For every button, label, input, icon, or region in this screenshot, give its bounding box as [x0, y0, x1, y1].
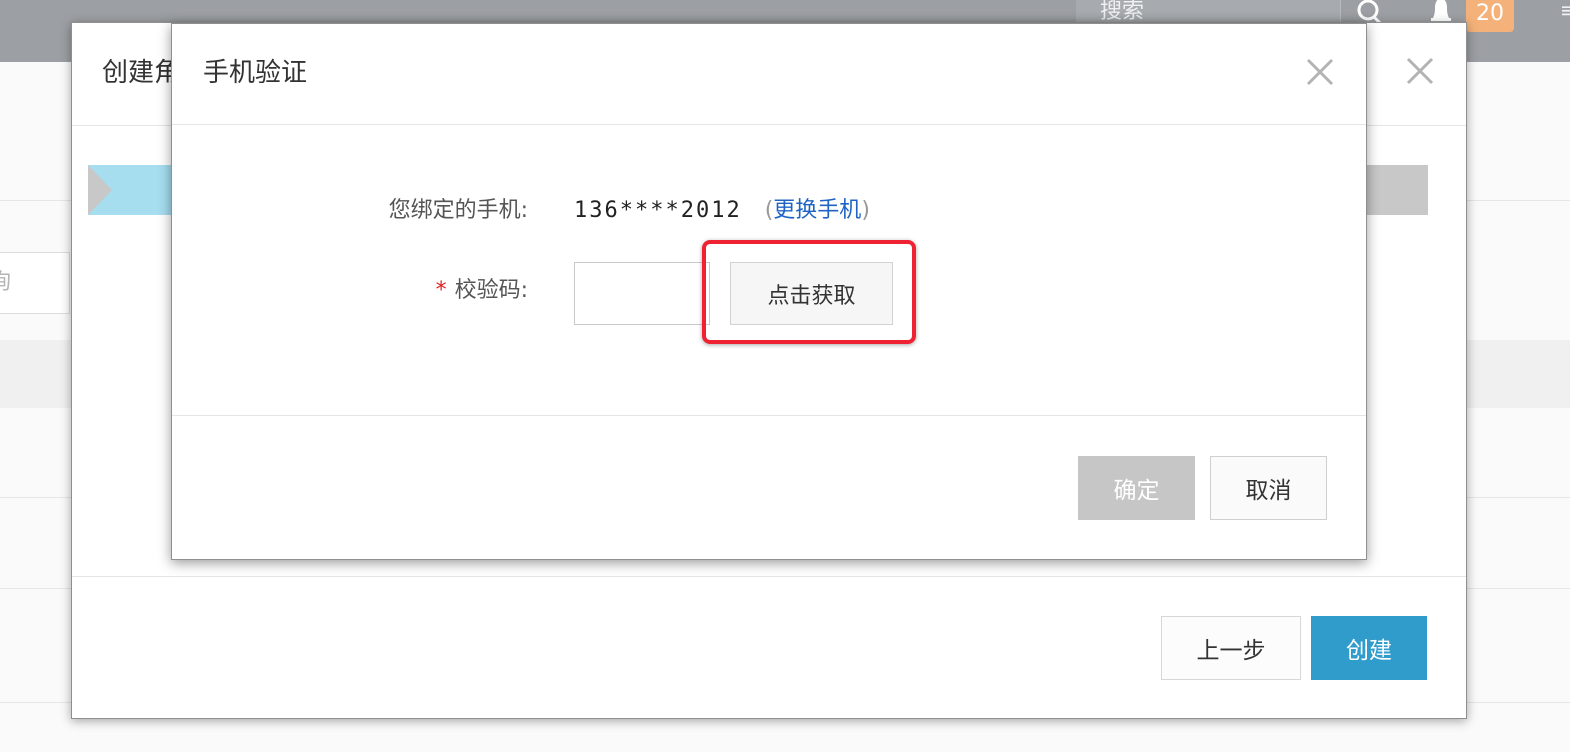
dialog-title: 创建角 — [102, 58, 181, 88]
cancel-button[interactable]: 取消 — [1210, 456, 1327, 520]
menu-icon[interactable]: ≡ — [1560, 0, 1570, 24]
search-icon[interactable] — [1356, 0, 1384, 24]
bound-phone-label: 您绑定的手机: — [388, 198, 528, 223]
bell-icon[interactable] — [1428, 0, 1454, 24]
dialog-title: 手机验证 — [203, 58, 308, 88]
background-query-input[interactable]: 询 — [0, 252, 70, 314]
footer-divider — [72, 576, 1466, 577]
header-divider — [172, 124, 1366, 125]
verification-code-input[interactable] — [574, 262, 710, 325]
required-marker: * — [435, 278, 447, 303]
footer-divider — [172, 415, 1366, 416]
close-icon[interactable] — [1402, 53, 1438, 89]
global-search-input[interactable]: 搜索 — [1076, 0, 1340, 24]
confirm-button[interactable]: 确定 — [1078, 456, 1195, 520]
verification-code-label: * 校验码: — [436, 276, 528, 306]
bound-phone-row: 136****2012 (更换手机) — [574, 196, 870, 226]
phone-verification-dialog: 手机验证 您绑定的手机: 136****2012 (更换手机) * 校验码: 点击… — [171, 23, 1367, 560]
paren-open: ( — [764, 198, 774, 223]
notification-count-badge[interactable]: 20 — [1466, 0, 1514, 32]
close-icon[interactable] — [1302, 54, 1338, 90]
create-button[interactable]: 创建 — [1311, 616, 1427, 680]
paren-close: ) — [861, 198, 870, 223]
get-code-button[interactable]: 点击获取 — [730, 262, 893, 325]
previous-step-button[interactable]: 上一步 — [1161, 616, 1301, 680]
masked-phone-number: 136****2012 — [574, 198, 742, 223]
change-phone-link[interactable]: 更换手机 — [773, 198, 861, 223]
code-label-text: 校验码: — [454, 278, 528, 303]
topbar-divider — [1340, 0, 1341, 24]
